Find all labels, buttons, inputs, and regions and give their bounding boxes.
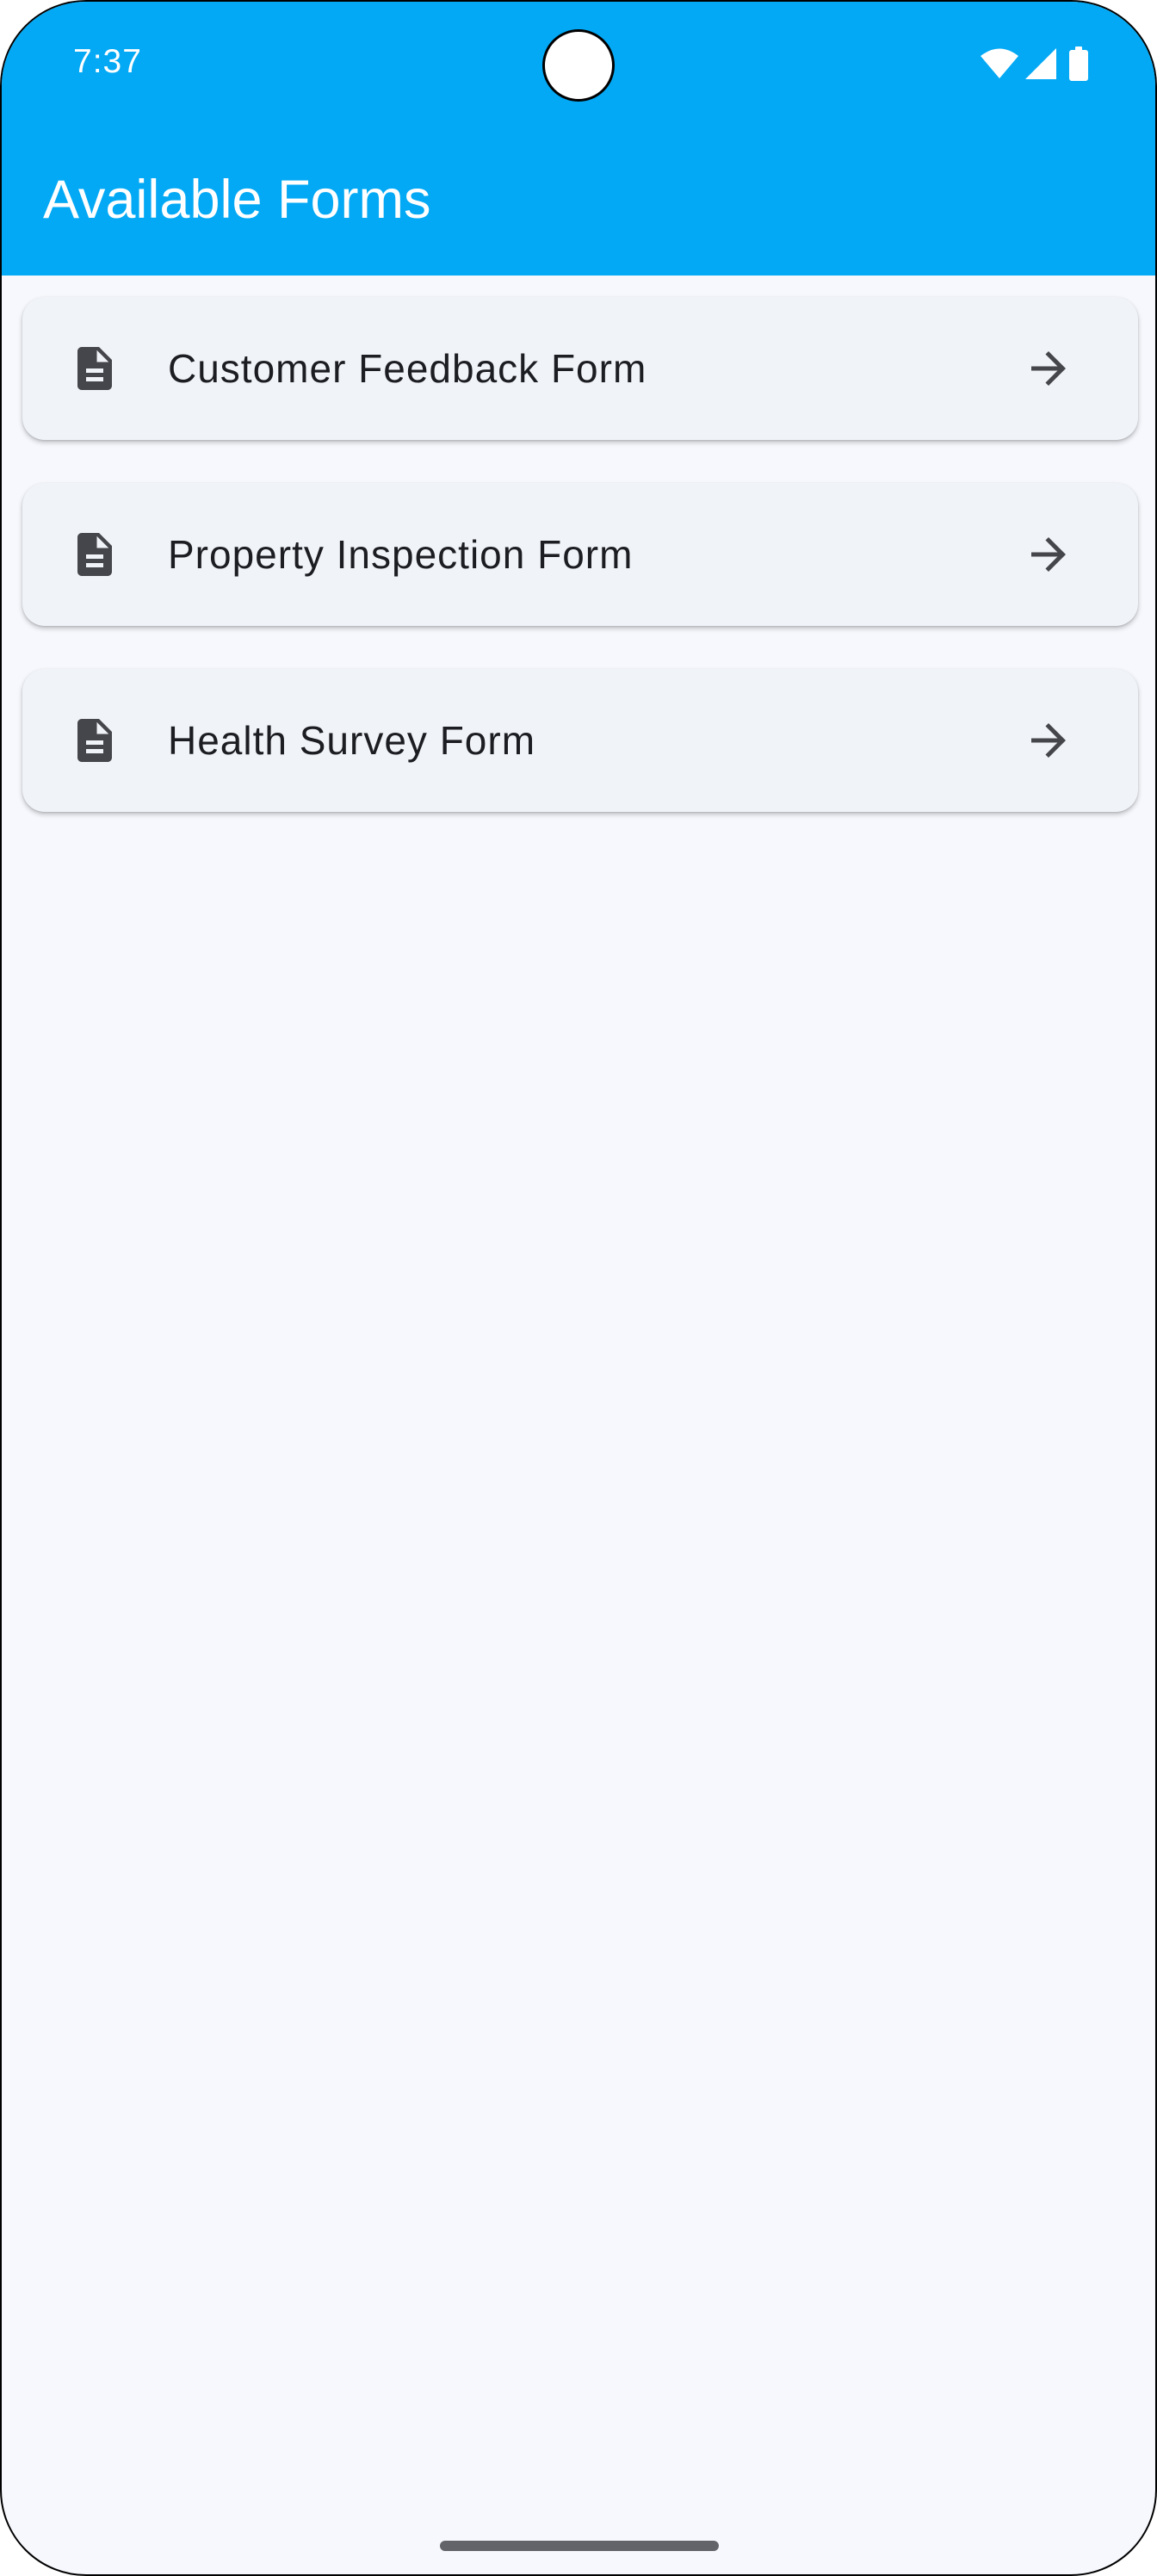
document-icon xyxy=(69,715,121,766)
arrow-forward-icon xyxy=(1023,529,1074,580)
status-time: 7:37 xyxy=(73,43,142,80)
battery-icon xyxy=(1069,46,1088,81)
page-title: Available Forms xyxy=(43,170,431,230)
app-bar: 7:37 Available Forms xyxy=(2,2,1155,276)
document-icon xyxy=(69,343,121,394)
form-item-label: Property Inspection Form xyxy=(168,532,634,577)
cellular-signal-icon xyxy=(1024,47,1057,80)
home-indicator[interactable] xyxy=(440,2541,719,2551)
form-list: Customer Feedback Form Property Inspecti… xyxy=(22,297,1138,855)
form-item-label: Customer Feedback Form xyxy=(168,346,647,391)
form-item-customer-feedback[interactable]: Customer Feedback Form xyxy=(22,297,1138,440)
status-icons xyxy=(980,46,1088,81)
camera-cutout xyxy=(542,29,615,102)
wifi-icon xyxy=(980,48,1019,79)
phone-screen: 7:37 Available Forms Customer Feedback F… xyxy=(0,0,1157,2576)
arrow-forward-icon xyxy=(1023,343,1074,394)
document-icon xyxy=(69,529,121,580)
form-item-health-survey[interactable]: Health Survey Form xyxy=(22,669,1138,812)
arrow-forward-icon xyxy=(1023,715,1074,766)
form-item-property-inspection[interactable]: Property Inspection Form xyxy=(22,483,1138,626)
form-item-label: Health Survey Form xyxy=(168,718,536,763)
